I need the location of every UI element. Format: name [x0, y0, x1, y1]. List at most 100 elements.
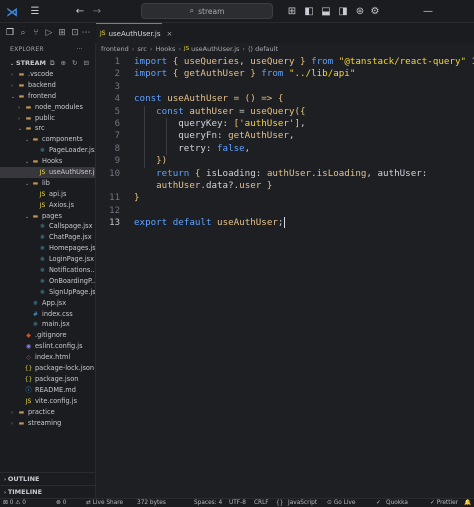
tree-item[interactable]: ◆ .gitignore [0, 330, 95, 341]
tree-item-label: Homepages.jsx [49, 244, 96, 253]
tree-item[interactable]: ⚛ LoginPage.jsx [0, 254, 95, 265]
tree-item[interactable]: ⌄ ▬ src [0, 123, 95, 134]
code-line[interactable]: 4 const useAuthUser = () => { [96, 93, 474, 105]
source-control-icon[interactable]: ⑂ [30, 26, 42, 39]
tree-item[interactable]: {} package-lock.json [0, 363, 95, 374]
toggle-secondary-icon[interactable]: ◨ [337, 4, 349, 19]
more-icon[interactable]: ⋯ [80, 26, 92, 39]
status-bar: ⊠ 0 ⚠ 0 ⊗ 0 ⇄ Live Share 372 bytes Spaces: 4… [0, 498, 474, 507]
explorer-more-icon[interactable]: ··· [76, 43, 83, 57]
code-line[interactable]: 12 [96, 205, 474, 217]
tree-item[interactable]: › ▬ practice [0, 407, 95, 418]
workspace-actions[interactable]: ⧉ ⊕ ↻ ⊟ [50, 57, 91, 69]
tree-item[interactable]: › ▬ streaming [0, 418, 95, 429]
notifications[interactable]: 🔔 [464, 499, 471, 507]
code-line[interactable]: 6 queryKey: ['authUser'], [96, 118, 474, 130]
code-line[interactable]: 2 import { getAuthUser } from "../lib/api… [96, 68, 474, 80]
go-live[interactable]: ⊙ Go Live [327, 499, 355, 507]
tree-item[interactable]: › ▬ public [0, 113, 95, 124]
tree-item[interactable]: › ▬ .vscode [0, 69, 95, 80]
live-share[interactable]: ⇄ Live Share [86, 499, 123, 507]
tree-item[interactable]: ⌄ ▬ frontend [0, 91, 95, 102]
code-line[interactable]: 13 export default useAuthUser; [96, 217, 474, 229]
code-line[interactable]: 11} [96, 192, 474, 204]
tree-item[interactable]: # index.css [0, 309, 95, 320]
tree-item[interactable]: JS vite.config.js [0, 396, 95, 407]
minimize-icon[interactable]: — [420, 4, 436, 19]
breadcrumb-item[interactable]: frontend [101, 45, 129, 53]
tree-item[interactable]: ⚛ Homepages.jsx [0, 243, 95, 254]
code-line[interactable]: 7 queryFn: getAuthUser, [96, 130, 474, 142]
tree-item[interactable]: ⚛ App.jsx [0, 298, 95, 309]
code-line[interactable]: 10 return { isLoading: authUser.isLoadin… [96, 168, 474, 180]
tree-item[interactable]: ⚛ ChatPage.jsx [0, 232, 95, 243]
tree-item[interactable]: ◇ index.html [0, 352, 95, 363]
breadcrumb-item[interactable]: src [137, 45, 147, 53]
code-editor[interactable]: 1 import { useQueries, useQuery } from "@… [96, 54, 474, 498]
code-token: } [134, 192, 140, 204]
tree-item-label: api.js [49, 189, 67, 198]
tree-item[interactable]: ⚛ OnBoardingP... [0, 276, 95, 287]
files-icon[interactable]: ❐ [4, 26, 16, 39]
run-debug-icon[interactable]: ▷ [43, 26, 55, 39]
language-braces[interactable]: {} [276, 499, 283, 507]
code-line[interactable]: 8 retry: false, [96, 143, 474, 155]
toggle-panel-icon[interactable]: ⬓ [320, 4, 332, 19]
code-line[interactable]: 5 const authUser = useQuery({ [96, 106, 474, 118]
tree-item[interactable]: ⌄ ▬ components [0, 134, 95, 145]
remote-indicator[interactable]: ⊠ 0 ⚠ 0 [3, 499, 26, 507]
tree-item[interactable]: JS useAuthUser.js [0, 167, 95, 178]
tree-item[interactable]: › ▬ node_modules [0, 102, 95, 113]
code-line[interactable]: authUser.data?.user } [96, 180, 474, 192]
breadcrumb-item[interactable]: useAuthUser.js [191, 45, 239, 53]
tree-item[interactable]: ⌄ ▬ pages [0, 211, 95, 222]
prettier[interactable]: ✓ Prettier [430, 499, 458, 507]
layout-icon[interactable]: ⊞ [286, 4, 298, 19]
tree-item[interactable]: ⚛ SignUpPage.jsx [0, 287, 95, 298]
tree-item[interactable]: JS Axios.js [0, 200, 95, 211]
tree-item[interactable]: ⌄ ▬ Hooks [0, 156, 95, 167]
tree-item[interactable]: ⓘ README.md [0, 385, 95, 396]
search-icon: ⌕ [189, 6, 195, 15]
tree-item[interactable]: ⚛ Notifications... [0, 265, 95, 276]
tree-item[interactable]: JS api.js [0, 189, 95, 200]
search-icon[interactable]: ⌕ [17, 26, 29, 39]
breadcrumb-item[interactable]: ⟨⟩ default [248, 45, 278, 53]
timeline-label: TIMELINE [7, 488, 43, 496]
breadcrumb-item[interactable]: Hooks [155, 45, 175, 53]
language-mode[interactable]: JavaScript [288, 499, 317, 507]
toggle-sidebar-icon[interactable]: ◧ [303, 4, 315, 19]
tree-item[interactable]: › ▬ backend [0, 80, 95, 91]
tree-item[interactable]: ⌄ ▬ lib [0, 178, 95, 189]
tree-item[interactable]: ⚛ main.jsx [0, 319, 95, 330]
back-arrow-icon[interactable]: ← [74, 4, 86, 19]
settings-icon[interactable]: ⚙ [369, 4, 381, 19]
tree-item[interactable]: ⚛ PageLoader.jsx [0, 145, 95, 156]
indentation[interactable]: Spaces: 4 [194, 499, 222, 507]
hamburger-menu-icon[interactable]: ☰ [28, 4, 42, 19]
copilot-icon[interactable]: ⊛ [354, 4, 366, 19]
tab-useauthuser[interactable]: JS useAuthUser.js × [96, 23, 172, 43]
tree-item[interactable]: ◉ eslint.config.js [0, 341, 95, 352]
code-line[interactable]: 9 }) [96, 155, 474, 167]
command-center-search[interactable]: ⌕ stream [141, 3, 273, 19]
close-icon[interactable]: × [167, 30, 173, 38]
workspace-root[interactable]: ⌄ STREAM ⧉ ⊕ ↻ ⊟ [0, 57, 95, 69]
code-line[interactable]: 3 [96, 81, 474, 93]
extensions-icon[interactable]: ⊞ [56, 26, 68, 39]
encoding[interactable]: UTF-8 [229, 499, 246, 507]
code-line[interactable]: 1 import { useQueries, useQuery } from "@… [96, 56, 474, 68]
timeline-section[interactable]: › TIMELINE [0, 485, 95, 497]
tree-item[interactable]: {} package.json [0, 374, 95, 385]
explorer-header: EXPLORER ··· [0, 43, 95, 57]
file-size[interactable]: 372 bytes [137, 499, 166, 507]
quokka[interactable]: Quokka [386, 499, 408, 507]
tree-item-label: .vscode [28, 70, 54, 78]
check[interactable]: ✓ [376, 499, 381, 507]
tree-item[interactable]: ⚛ Callspage.jsx [0, 221, 95, 232]
ports-indicator[interactable]: ⊗ 0 [56, 499, 66, 507]
forward-arrow-icon[interactable]: → [91, 4, 103, 19]
tree-item-label: lib [42, 178, 50, 187]
eol[interactable]: CRLF [254, 499, 269, 507]
outline-section[interactable]: › OUTLINE [0, 472, 95, 484]
